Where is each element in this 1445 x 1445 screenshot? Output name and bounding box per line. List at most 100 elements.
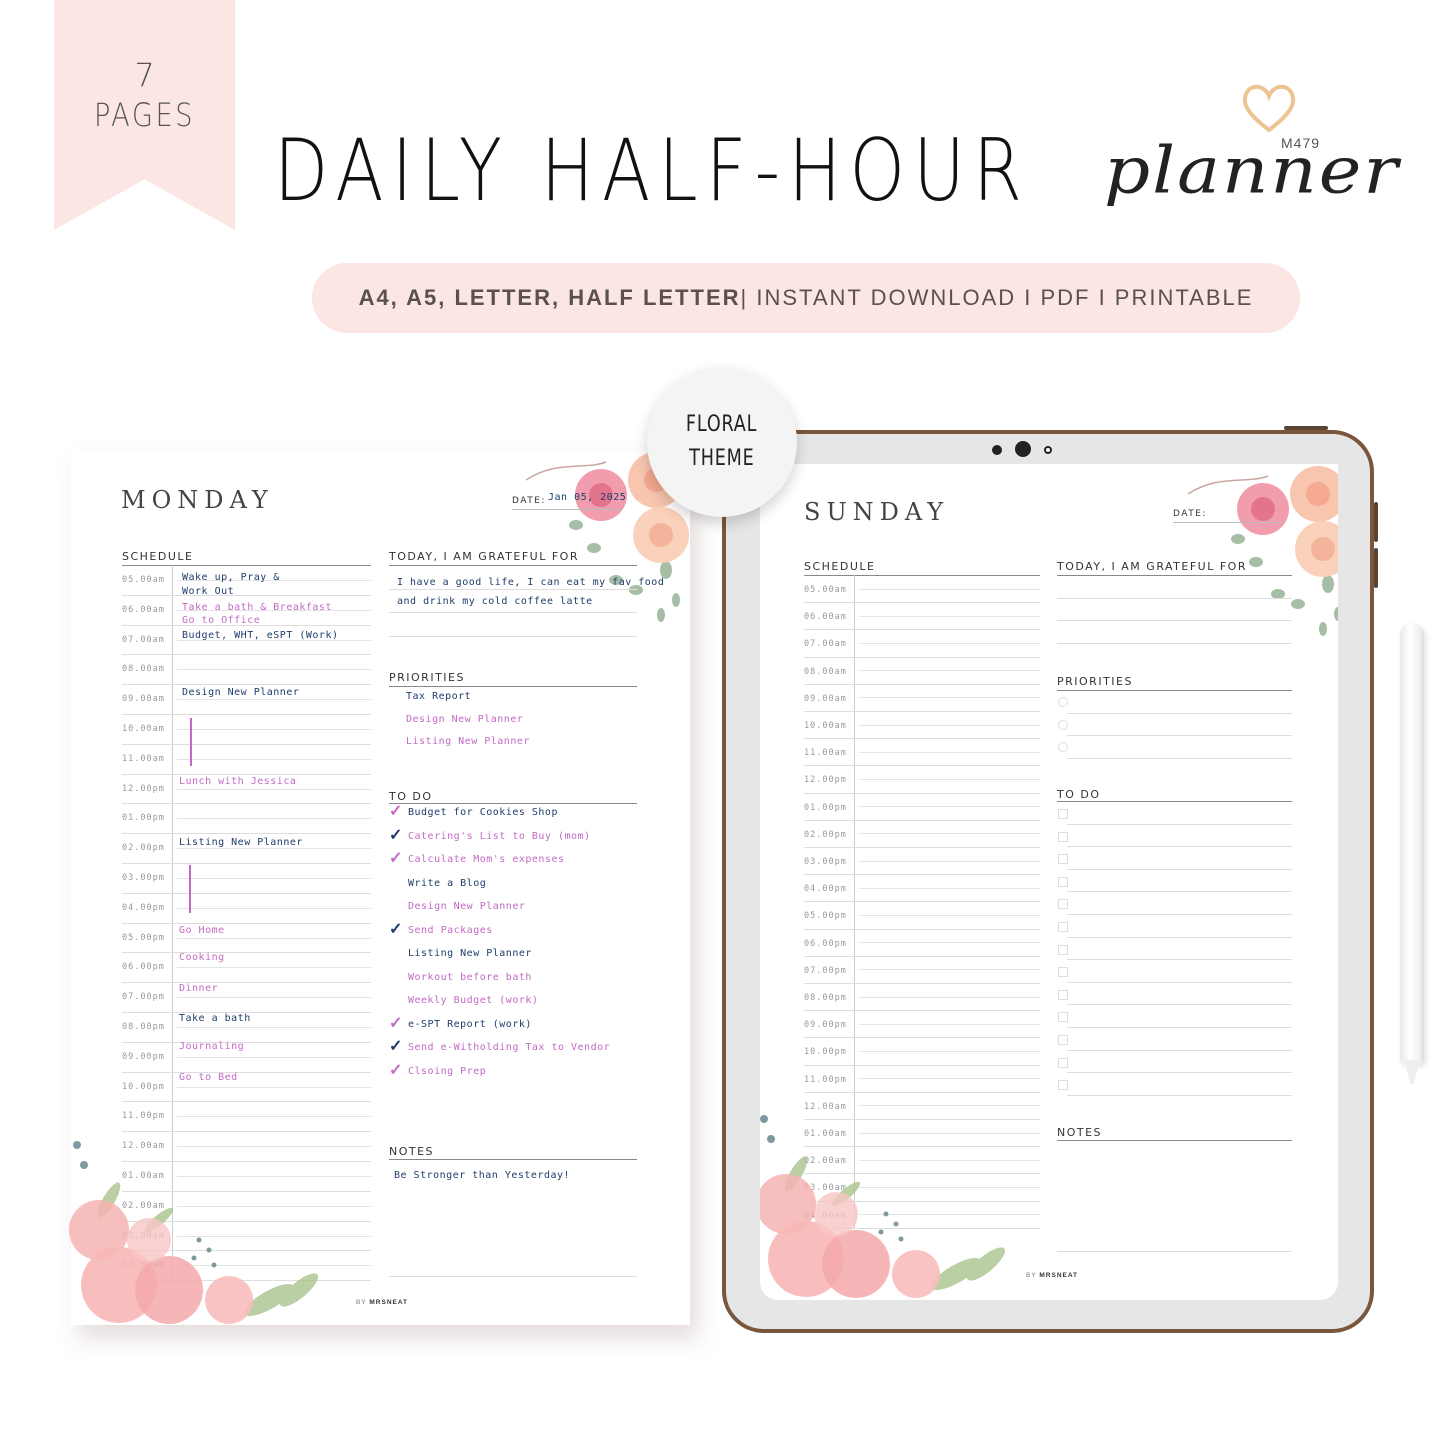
- time-label: 11.00pm: [122, 1111, 165, 1122]
- notes-text[interactable]: Be Stronger than Yesterday!: [394, 1170, 570, 1181]
- todo-text[interactable]: Clsoing Prep: [408, 1066, 486, 1077]
- todo-checkbox[interactable]: [1058, 989, 1068, 1000]
- todo-checkbox[interactable]: [1058, 944, 1068, 955]
- day-name: SUNDAY: [804, 498, 950, 526]
- half-hour-line: [859, 615, 1040, 617]
- camera-lens-icon: [1015, 441, 1031, 457]
- schedule-entry[interactable]: Budget, WHT, eSPT (Work): [182, 630, 339, 641]
- schedule-entry[interactable]: Cooking: [179, 952, 225, 963]
- todo-text[interactable]: Send e-Witholding Tax to Vendor: [408, 1042, 610, 1053]
- floral-corner-bottom-left: [760, 1115, 1006, 1298]
- todo-line: [1067, 981, 1292, 983]
- todo-checkbox[interactable]: [1058, 1012, 1068, 1023]
- todo-text[interactable]: Workout before bath: [408, 972, 532, 983]
- todo-text[interactable]: Budget for Cookies Shop: [408, 807, 558, 818]
- monday-sheet: MONDAY DATE: SCHEDULE 05.00am 06.00am 07.00a…: [69, 450, 690, 1325]
- todo-text[interactable]: Catering's List to Buy (mom): [408, 831, 591, 842]
- grateful-text[interactable]: I have a good life, I can eat my fav foo…: [397, 577, 664, 588]
- todo-text[interactable]: Calculate Mom's expenses: [408, 854, 565, 865]
- notes-title: NOTES: [389, 1145, 435, 1158]
- schedule-entry[interactable]: Wake up, Pray &: [182, 572, 280, 583]
- priority-text[interactable]: Tax Report: [406, 691, 471, 702]
- hour-line: [804, 901, 1040, 903]
- arrow-line: [189, 865, 191, 913]
- todo-checkbox[interactable]: [1058, 854, 1068, 865]
- schedule-entry[interactable]: Dinner: [179, 983, 218, 994]
- schedule-entry[interactable]: Go Home: [179, 925, 225, 936]
- banner-rest: | INSTANT DOWNLOAD I PDF I PRINTABLE: [740, 285, 1254, 310]
- half-hour-line: [177, 788, 371, 790]
- priorities-rule: [1057, 690, 1292, 691]
- time-label: 07.00am: [122, 634, 165, 645]
- priority-radio[interactable]: [1058, 742, 1068, 752]
- time-label: 05.00am: [122, 575, 165, 585]
- grateful-line: [389, 612, 637, 613]
- stylus-tip: [1404, 1060, 1420, 1084]
- priority-radio[interactable]: [1058, 719, 1068, 730]
- hour-line: [122, 594, 371, 596]
- hour-line: [804, 983, 1040, 984]
- todo-checkbox[interactable]: [1058, 876, 1068, 887]
- todo-text[interactable]: e-SPT Report (work): [408, 1019, 532, 1030]
- time-label: 09.00am: [122, 694, 165, 705]
- time-label: 11.00am: [804, 748, 847, 759]
- half-hour-line: [177, 967, 371, 969]
- todo-checkbox[interactable]: [1058, 1080, 1068, 1091]
- half-hour-line: [859, 1051, 1040, 1052]
- todo-line: [1067, 891, 1292, 893]
- time-label: 08.00am: [804, 666, 847, 677]
- schedule-entry[interactable]: Listing New Planner: [179, 837, 303, 848]
- grateful-text[interactable]: and drink my cold coffee latte: [397, 596, 593, 607]
- todo-checkbox[interactable]: [1058, 1057, 1068, 1068]
- todo-text[interactable]: Weekly Budget (work): [408, 995, 538, 1006]
- priority-text[interactable]: Listing New Planner: [406, 736, 530, 747]
- brand-name: MRSNEAT: [369, 1299, 409, 1306]
- grateful-line: [389, 635, 637, 637]
- todo-text[interactable]: Design New Planner: [408, 901, 525, 912]
- priority-radio[interactable]: [1058, 697, 1068, 707]
- todo-line: [1067, 1072, 1292, 1074]
- sunday-sheet: SUNDAY DATE: SCHEDULE 05.00am 06.00am 07.00a…: [760, 464, 1338, 1300]
- todo-checkbox[interactable]: [1058, 1035, 1068, 1045]
- half-hour-line: [177, 1056, 371, 1058]
- schedule-entry[interactable]: Work Out: [182, 586, 234, 597]
- todo-checkbox[interactable]: [1058, 831, 1068, 842]
- hour-line: [122, 1131, 371, 1133]
- todo-text[interactable]: Send Packages: [408, 925, 493, 936]
- hour-line: [804, 711, 1040, 712]
- stylus-pencil: [1400, 623, 1424, 1063]
- product-title: DAILY HALF-HOUR: [274, 121, 1031, 221]
- hour-line: [122, 743, 371, 745]
- time-label: 10.00am: [804, 721, 847, 731]
- schedule-rule: [122, 565, 371, 566]
- schedule-title: SCHEDULE: [122, 550, 194, 563]
- time-label: 01.00pm: [122, 813, 165, 824]
- todo-checkbox[interactable]: [1058, 809, 1068, 819]
- pages-ribbon: 7 PAGES: [54, 0, 235, 230]
- todo-line: [1067, 868, 1292, 870]
- todo-text[interactable]: Listing New Planner: [408, 948, 532, 959]
- schedule-entry[interactable]: Go to Bed: [179, 1072, 238, 1083]
- camera-sensor-icon: [1044, 446, 1052, 454]
- schedule-entry[interactable]: Take a bath: [179, 1013, 251, 1024]
- brand-by: BY: [356, 1299, 367, 1306]
- priority-text[interactable]: Design New Planner: [406, 714, 523, 725]
- schedule-entry[interactable]: Take a bath & Breakfast: [182, 602, 332, 613]
- grateful-rule: [389, 565, 637, 566]
- pages-label: PAGES: [93, 96, 196, 134]
- half-hour-line: [859, 915, 1040, 916]
- schedule-entry[interactable]: Go to Office: [182, 615, 260, 626]
- todo-checkbox[interactable]: [1058, 899, 1068, 910]
- schedule-entry[interactable]: Journaling: [179, 1041, 244, 1052]
- todo-checkbox[interactable]: [1058, 922, 1068, 932]
- hour-line: [804, 847, 1040, 848]
- date-value[interactable]: Jan 05, 2025: [548, 492, 626, 503]
- time-label: 05.00pm: [122, 932, 165, 943]
- todo-text[interactable]: Write a Blog: [408, 878, 486, 889]
- grateful-title: TODAY, I AM GRATEFUL FOR: [389, 550, 579, 563]
- schedule-entry[interactable]: Lunch with Jessica: [179, 776, 296, 787]
- hour-line: [122, 833, 371, 835]
- schedule-entry[interactable]: Design New Planner: [182, 687, 299, 698]
- hour-line: [122, 982, 371, 984]
- todo-checkbox[interactable]: [1058, 967, 1068, 978]
